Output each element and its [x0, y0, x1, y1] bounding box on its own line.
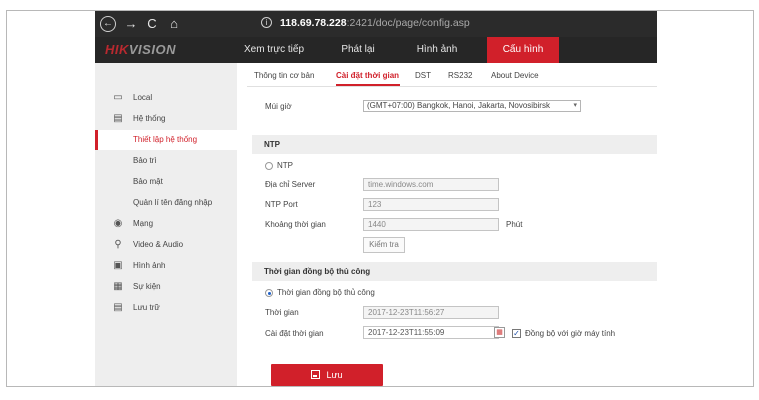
save-icon [311, 370, 321, 379]
sidebar-item-maintenance[interactable]: Bảo trì [95, 151, 237, 171]
address-bar[interactable]: i 118.69.78.228:2421/doc/page/config.asp [261, 17, 470, 29]
timezone-select[interactable]: (GMT+07:00) Bangkok, Hanoi, Jakarta, Nov… [363, 100, 581, 112]
manual-sync-radio-label: Thời gian đồng bộ thủ công [277, 288, 375, 297]
sidebar-item-event[interactable]: ▦ Sự kiện [95, 277, 237, 297]
sidebar-item-system[interactable]: ▤ Hệ thống [95, 109, 237, 129]
sidebar-item-user-management[interactable]: Quản lí tên đăng nhập [95, 193, 237, 213]
back-icon[interactable]: ← [100, 16, 116, 32]
tab-rs232[interactable]: RS232 [448, 71, 472, 80]
active-tab-indicator [336, 84, 400, 86]
network-icon: ◉ [113, 218, 123, 229]
set-time-field[interactable]: 2017-12-23T11:55:09 [363, 326, 499, 339]
ntp-port-field[interactable]: 123 [363, 198, 499, 211]
manual-sync-radio[interactable] [265, 289, 273, 297]
sidebar-item-local[interactable]: ▭ Local [95, 88, 237, 108]
forward-icon[interactable]: → [124, 16, 138, 32]
monitor-icon: ▭ [113, 92, 123, 103]
sidebar-item-security[interactable]: Bảo mật [95, 172, 237, 192]
menu-playback[interactable]: Phát lại [335, 37, 381, 63]
ntp-radio-label: NTP [277, 161, 293, 170]
set-time-label: Cài đặt thời gian [265, 329, 324, 338]
menu-configuration[interactable]: Cấu hình [487, 37, 559, 63]
sync-with-computer-label: Đồng bộ với giờ máy tính [525, 329, 616, 338]
sidebar-item-storage[interactable]: ▤ Lưu trữ [95, 298, 237, 318]
server-label: Địa chỉ Server [265, 180, 316, 189]
ntp-section-header: NTP [252, 135, 657, 154]
interval-label: Khoảng thời gian [265, 220, 326, 229]
chevron-down-icon: ▾ [573, 102, 577, 109]
reload-icon[interactable]: C [145, 16, 159, 32]
main-content: Thông tin cơ bản Cài đặt thời gian DST R… [237, 63, 657, 386]
info-icon[interactable]: i [261, 17, 272, 28]
tab-basic-info[interactable]: Thông tin cơ bản [254, 71, 314, 80]
sidebar-item-image[interactable]: ▣ Hình ảnh [95, 256, 237, 276]
save-button[interactable]: Lưu [271, 364, 383, 386]
ntp-radio[interactable] [265, 162, 273, 170]
device-time-field: 2017-12-23T11:56:27 [363, 306, 499, 319]
system-icon: ▤ [113, 113, 123, 124]
video-audio-icon: ⚲ [114, 239, 122, 250]
ntp-port-label: NTP Port [265, 200, 298, 209]
sidebar-item-network[interactable]: ◉ Mạng [95, 214, 237, 234]
tab-time-settings[interactable]: Cài đặt thời gian [336, 71, 399, 80]
storage-icon: ▤ [113, 302, 123, 313]
sidebar-item-video-audio[interactable]: ⚲ Video & Audio [95, 235, 237, 255]
browser-toolbar: ← → C ⌂ i 118.69.78.228:2421/doc/page/con… [95, 11, 657, 37]
url-path: :2421/doc/page/config.asp [346, 17, 470, 29]
image-icon: ▣ [113, 260, 123, 271]
interval-field[interactable]: 1440 [363, 218, 499, 231]
home-icon[interactable]: ⌂ [167, 16, 181, 32]
tab-about-device[interactable]: About Device [491, 71, 539, 80]
manual-sync-section-header: Thời gian đồng bộ thủ công [252, 262, 657, 281]
url-host: 118.69.78.228 [280, 17, 347, 29]
sidebar-item-system-settings[interactable]: Thiết lập hệ thống [95, 130, 237, 150]
timezone-label: Múi giờ [265, 102, 292, 111]
menu-live-view[interactable]: Xem trực tiếp [243, 37, 305, 63]
event-icon: ▦ [113, 281, 123, 292]
server-address-field[interactable]: time.windows.com [363, 178, 499, 191]
sidebar: ▭ Local ▤ Hệ thống Thiết lập hệ thống Bả… [95, 63, 237, 386]
interval-unit: Phút [506, 220, 523, 229]
app-header: HIKVISION Xem trực tiếp Phát lại Hình ản… [95, 37, 657, 63]
tab-dst[interactable]: DST [415, 71, 431, 80]
sync-with-computer-checkbox[interactable]: ✓ [512, 329, 521, 338]
calendar-icon[interactable]: ▦ [494, 327, 505, 338]
hikvision-logo: HIKVISION [105, 42, 176, 57]
test-button[interactable]: Kiểm tra [363, 237, 405, 253]
screenshot-frame: ← → C ⌂ i 118.69.78.228:2421/doc/page/con… [6, 10, 754, 387]
menu-picture[interactable]: Hình ảnh [413, 37, 461, 63]
device-time-label: Thời gian [265, 308, 299, 317]
tabs-divider [247, 86, 657, 87]
